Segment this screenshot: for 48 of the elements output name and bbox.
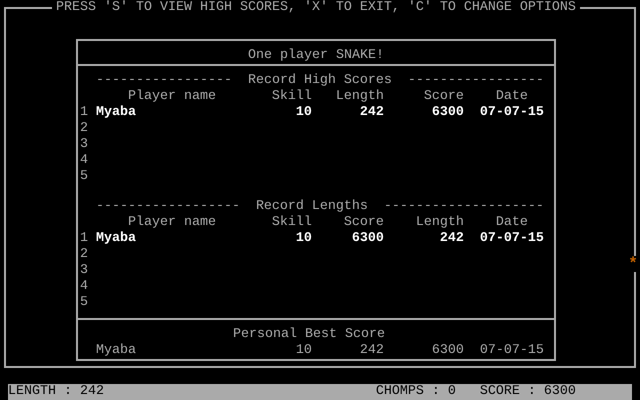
table-cell-text: 07-07-15 (478, 105, 544, 121)
table-cell-text: 07-07-15 (478, 343, 544, 359)
rank-number: 3 (80, 137, 89, 153)
rank-number: 2 (80, 247, 89, 263)
column-header: Score (342, 215, 384, 231)
column-header: Skill (270, 89, 312, 105)
food-marker: * (628, 256, 638, 272)
section-title: Personal Best Score (233, 327, 385, 343)
table-cell-text: Myaba (96, 105, 137, 121)
status-text: SCORE : 6300 (480, 384, 577, 400)
rank-number: 4 (80, 279, 89, 295)
rank-number: 1 (80, 105, 89, 121)
rank-number: 5 (80, 295, 89, 311)
section-title: Record Lengths (256, 199, 368, 215)
table-cell-text: 242 (438, 231, 464, 247)
rank-number: 5 (80, 169, 89, 185)
column-header: Player name (126, 89, 217, 105)
status-text: CHOMPS : 0 (376, 384, 457, 400)
column-header: Skill (270, 215, 312, 231)
dash-rule: -------------------- (384, 199, 544, 215)
rank-number: 2 (80, 121, 89, 137)
table-cell-text: 07-07-15 (478, 231, 544, 247)
column-header: Score (422, 89, 464, 105)
table-cell-text: 6300 (430, 105, 464, 121)
column-header: Date (494, 89, 529, 105)
column-header: Length (334, 89, 384, 105)
table-cell-text: 10 (294, 105, 312, 121)
column-header: Length (414, 215, 464, 231)
table-cell-text: 242 (358, 105, 384, 121)
table-cell-text: Myaba (96, 231, 137, 247)
table-cell-text: 6300 (430, 343, 464, 359)
table-cell-text: 6300 (350, 231, 384, 247)
dash-rule: ------------------ (96, 199, 240, 215)
status-text: LENGTH : 242 (8, 384, 105, 400)
table-cell-text: 10 (294, 231, 312, 247)
column-header: Player name (126, 215, 217, 231)
frame-title: PRESS 'S' TO VIEW HIGH SCORES, 'X' TO EXIT, 'C' TO CHANGE OPTIONS (55, 0, 577, 16)
dash-rule: ----------------- (96, 73, 232, 89)
column-header: Date (494, 215, 529, 231)
rank-number: 4 (80, 153, 89, 169)
section-title: Record High Scores (248, 73, 392, 89)
table-cell-text: Myaba (96, 343, 137, 359)
dash-rule: ----------------- (408, 73, 544, 89)
table-cell-text: 10 (294, 343, 312, 359)
rank-number: 3 (80, 263, 89, 279)
panel-title: One player SNAKE! (248, 48, 384, 64)
table-cell-text: 242 (358, 343, 384, 359)
rank-number: 1 (80, 231, 89, 247)
